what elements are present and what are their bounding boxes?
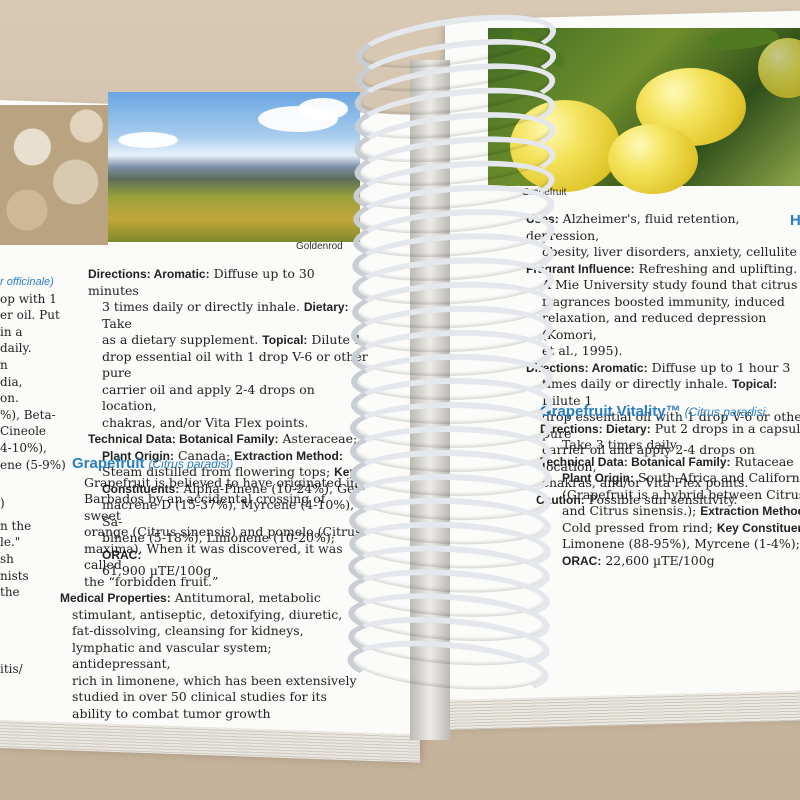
vitality-section: Grapefruit Vitality™ (Citrus paradisi Di…: [540, 404, 800, 569]
grapefruit-latin: (Citrus paradisi): [148, 457, 234, 471]
text-line: Take: [102, 315, 132, 331]
dietary-label: Directions: Dietary:: [540, 421, 651, 436]
goldenrod-caption: Goldenrod: [296, 241, 343, 252]
cut-line: daily.: [0, 341, 32, 356]
technical-data-label: Technical Data: Botanical Family:: [88, 432, 279, 446]
cut-line: n: [0, 357, 8, 372]
vitality-heading: Grapefruit Vitality™: [540, 404, 681, 420]
text-line: orange (Citrus sinensis) and pomelo (Cit…: [84, 524, 362, 539]
cut-line: Cineole: [0, 424, 47, 439]
text-line: South Africa and California: [637, 470, 800, 485]
text-line: Put 2 drops in a capsule: [654, 420, 800, 436]
text-line: the “forbidden fruit.”: [84, 573, 219, 589]
text-line: Cold pressed from rind;: [562, 519, 717, 535]
text-line: Antitumoral, metabolic: [174, 590, 321, 605]
extraction-label: Extraction Method: [700, 504, 800, 518]
cut-line: sh: [0, 551, 14, 566]
cut-line: itis/: [0, 661, 23, 676]
cut-line: ): [0, 496, 5, 511]
text-line: ability to combat tumor growth: [72, 705, 271, 721]
left-cut-column: r officinale) op with 1 er oil. Put in a…: [0, 274, 70, 677]
cut-line: r officinale): [0, 276, 54, 288]
text-line: lymphatic and vascular system; antidepre…: [72, 639, 272, 672]
text-line: Barbados by an accidental crossing of sw…: [84, 491, 326, 523]
text-line: Refreshing and uplifting.: [638, 260, 798, 276]
goldenrod-photo: [108, 92, 360, 242]
cut-line: ene (5-9%): [0, 457, 66, 472]
key-constituents-label: Key Constituen: [716, 520, 800, 535]
text-line: Rutaceae: [734, 453, 794, 469]
text-line: as a dietary supplement.: [102, 332, 263, 347]
cut-line: on.: [0, 391, 19, 406]
text-line: relaxation, and reduced depression (Komo…: [542, 310, 767, 342]
ginger-photo: [0, 105, 108, 245]
text-line: 22,600 µTE/100g: [605, 552, 715, 568]
text-line: and Citrus sinensis.);: [562, 503, 701, 518]
text-line: 3 times daily or directly inhale.: [102, 299, 304, 314]
text-line: chakras, and/or Vita Flex points.: [102, 414, 309, 430]
text-line: fat-dissolving, cleansing for kidneys,: [72, 623, 304, 638]
text-line: (Grapefruit is a hybrid between Citrus m…: [562, 486, 800, 502]
topical-label: Topical:: [262, 333, 308, 347]
text-line: A Mie University study found that citrus: [542, 277, 798, 292]
text-line: Take 3 times daily.: [562, 437, 680, 452]
text-line: stimulant, antiseptic, detoxifying, diur…: [72, 606, 343, 622]
text-line: fragrances boosted immunity, induced: [542, 293, 785, 309]
text-line: Alzheimer's, fluid retention, depression…: [526, 211, 740, 243]
dietary-label: Dietary:: [303, 300, 349, 314]
cut-line: n the: [0, 518, 32, 533]
text-line: maxima). When it was discovered, it was …: [84, 540, 343, 573]
text-line: drop essential oil with 1 drop V-6 or ot…: [102, 348, 368, 381]
cut-line: er oil. Put in a: [0, 308, 60, 339]
cut-line: dia,: [0, 374, 23, 389]
text-line: rich in limonene, which has been extensi…: [72, 672, 357, 688]
cut-line: nists: [0, 568, 29, 583]
text-line: studied in over 50 clinical studies for …: [72, 689, 327, 704]
grapefruit-section: Grapefruit (Citrus paradisi) Grapefruit …: [60, 455, 362, 722]
technical-data-label: Technical Data: Botanical Family:: [540, 454, 731, 469]
text-line: obesity, liver disorders, anxiety, cellu…: [542, 244, 797, 259]
directions-label: Directions: Aromatic:: [88, 267, 210, 281]
medical-label: Medical Properties:: [60, 591, 171, 605]
spiral-binding: [345, 4, 560, 718]
cut-line: 4-10%),: [0, 440, 47, 455]
topical-label: Topical:: [731, 377, 778, 391]
text-line: et al., 1995).: [542, 343, 623, 358]
text-line: times daily or directly inhale.: [542, 376, 732, 391]
text-line: carrier oil and apply 2-4 drops on locat…: [102, 381, 315, 414]
plant-origin-label: Plant Origin:: [562, 471, 634, 485]
vitality-latin: (Citrus paradisi: [684, 405, 766, 419]
grapefruit-heading: Grapefruit: [72, 455, 145, 472]
cut-line: le.": [0, 535, 21, 550]
text-line: Limonene (88-95%), Myrcene (1-4%);: [562, 536, 800, 551]
cut-line: %), Beta-: [0, 407, 56, 422]
orac-label: ORAC:: [562, 553, 602, 568]
cut-line: op with 1: [0, 291, 57, 306]
text-line: Grapefruit is believed to have originate…: [84, 474, 358, 490]
text-line: Diffuse up to 1 hour 3: [651, 359, 791, 375]
